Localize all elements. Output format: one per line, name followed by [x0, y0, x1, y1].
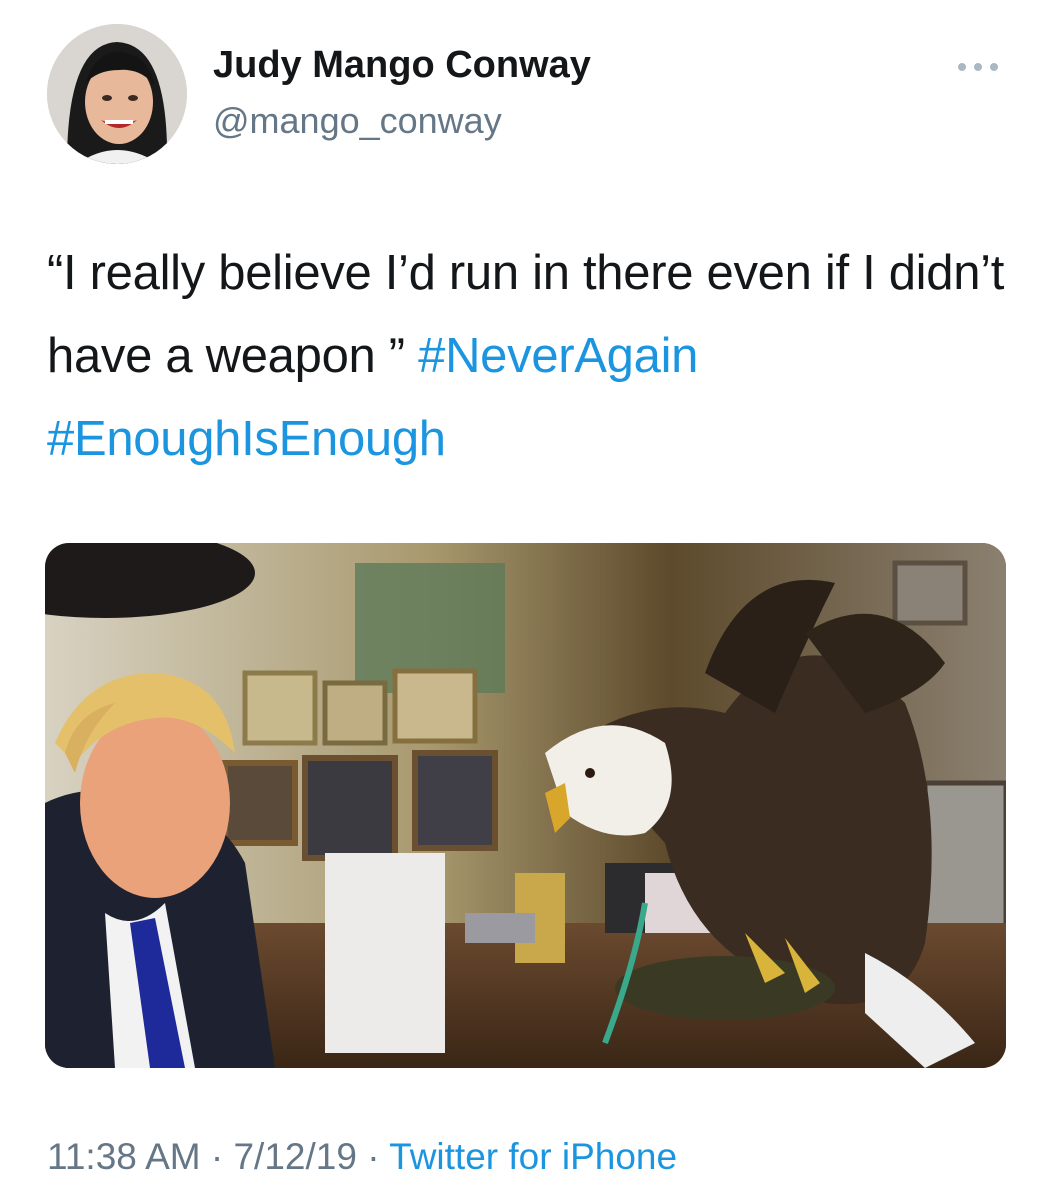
meta-separator: · — [200, 1136, 234, 1177]
tweet-date[interactable]: 7/12/19 — [233, 1136, 356, 1177]
avatar[interactable] — [47, 24, 187, 164]
tweet-header: Judy Mango Conway @mango_conway — [47, 24, 1007, 164]
display-name[interactable]: Judy Mango Conway — [213, 44, 591, 87]
tweet-meta: 11:38 AM · 7/12/19 · Twitter for iPhone — [47, 1136, 677, 1178]
tweet: Judy Mango Conway @mango_conway “I reall… — [0, 0, 1050, 1200]
tweet-source-link[interactable]: Twitter for iPhone — [389, 1136, 677, 1177]
tweet-time[interactable]: 11:38 AM — [47, 1136, 201, 1177]
avatar-photo-icon — [47, 24, 187, 164]
tweet-media[interactable] — [45, 543, 1006, 1068]
tweet-text: “I really believe I’d run in there even … — [47, 232, 1007, 481]
embedded-photo-icon — [45, 543, 1006, 1068]
user-handle[interactable]: @mango_conway — [213, 100, 502, 142]
meta-separator-2: · — [356, 1136, 390, 1177]
hashtag-never-again[interactable]: #NeverAgain — [418, 329, 698, 383]
hashtag-enough-is-enough[interactable]: #EnoughIsEnough — [47, 412, 446, 466]
more-options-icon[interactable] — [958, 60, 1002, 74]
